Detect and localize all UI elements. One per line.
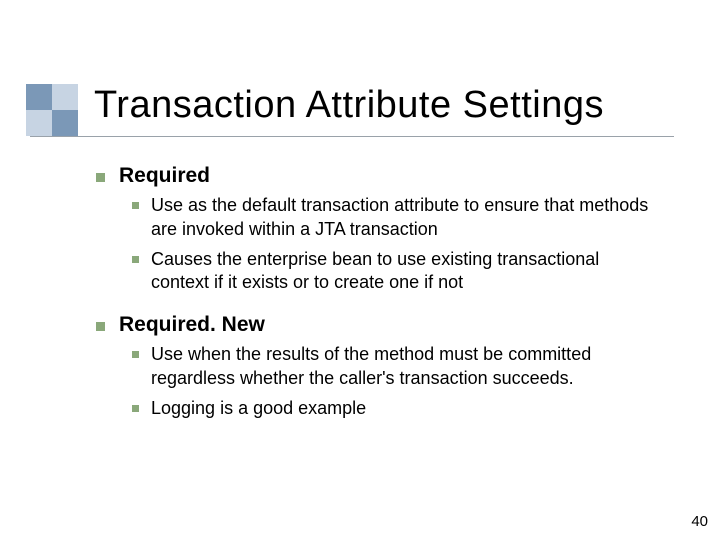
list-item: Use as the default transaction attribute… bbox=[132, 194, 660, 242]
list-item: Required bbox=[96, 164, 660, 188]
deco-square bbox=[26, 110, 52, 136]
slide-body: Required Use as the default transaction … bbox=[96, 158, 660, 438]
square-bullet-icon bbox=[132, 405, 139, 412]
slide: Transaction Attribute Settings Required … bbox=[0, 0, 720, 540]
list-item: Use when the results of the method must … bbox=[132, 343, 660, 391]
square-bullet-icon bbox=[96, 173, 105, 182]
list-item-text: Use as the default transaction attribute… bbox=[151, 194, 660, 242]
sub-list: Use when the results of the method must … bbox=[132, 343, 660, 420]
list-item: Logging is a good example bbox=[132, 397, 660, 421]
deco-square bbox=[52, 84, 78, 110]
list-item: Causes the enterprise bean to use existi… bbox=[132, 248, 660, 296]
square-bullet-icon bbox=[96, 322, 105, 331]
page-number: 40 bbox=[691, 513, 708, 530]
deco-square bbox=[26, 84, 52, 110]
square-bullet-icon bbox=[132, 256, 139, 263]
square-bullet-icon bbox=[132, 351, 139, 358]
slide-title: Transaction Attribute Settings bbox=[94, 84, 604, 127]
square-bullet-icon bbox=[132, 202, 139, 209]
deco-square bbox=[52, 110, 78, 136]
section-heading: Required. New bbox=[119, 313, 265, 337]
title-underline bbox=[30, 136, 674, 137]
section-heading: Required bbox=[119, 164, 210, 188]
list-item-text: Causes the enterprise bean to use existi… bbox=[151, 248, 660, 296]
list-item-text: Use when the results of the method must … bbox=[151, 343, 660, 391]
sub-list: Use as the default transaction attribute… bbox=[132, 194, 660, 295]
list-item-text: Logging is a good example bbox=[151, 397, 366, 421]
list-item: Required. New bbox=[96, 313, 660, 337]
